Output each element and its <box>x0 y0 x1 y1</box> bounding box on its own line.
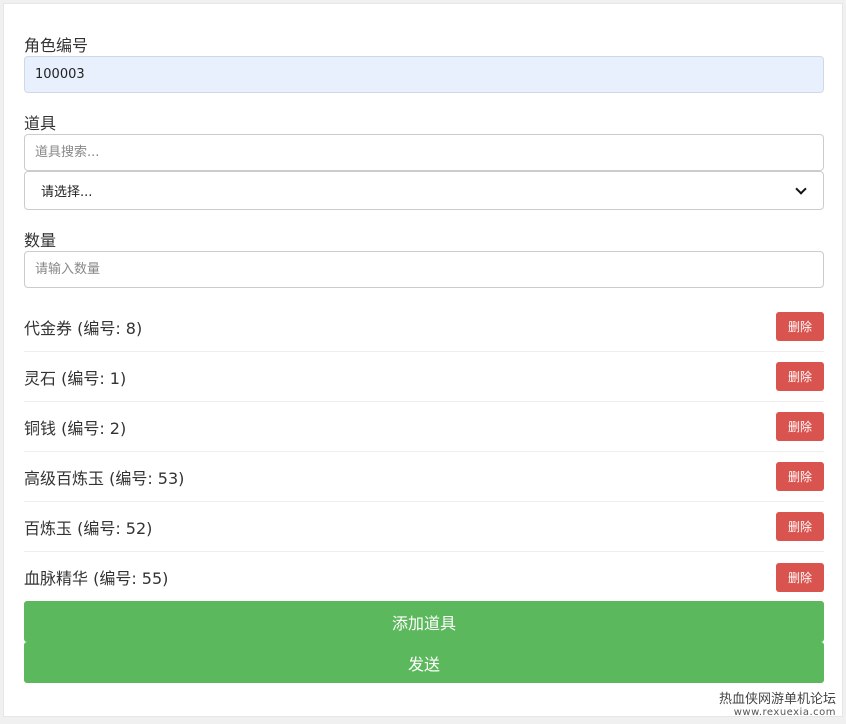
item-select-value: 请选择... <box>41 185 93 200</box>
delete-button[interactable]: 删除 <box>776 512 824 541</box>
list-item: 高级百炼玉 (编号: 53) 删除 <box>24 452 824 502</box>
item-search-input[interactable] <box>24 134 824 171</box>
item-name: 百炼玉 (编号: 52) <box>24 518 153 538</box>
watermark: 热血侠网游单机论坛 www.rexuexia.com <box>719 688 836 718</box>
watermark-url: www.rexuexia.com <box>733 707 836 718</box>
quantity-input[interactable] <box>24 251 824 288</box>
list-item: 铜钱 (编号: 2) 删除 <box>24 402 824 452</box>
item-select[interactable]: 请选择... <box>24 171 824 210</box>
item-name: 灵石 (编号: 1) <box>24 368 127 388</box>
delete-button[interactable]: 删除 <box>776 312 824 341</box>
quantity-label: 数量 <box>24 231 57 250</box>
delete-button[interactable]: 删除 <box>776 462 824 491</box>
list-item: 血脉精华 (编号: 55) 删除 <box>24 552 824 602</box>
chevron-down-icon <box>795 182 807 195</box>
send-item-panel: 角色编号 道具 请选择... 数量 代金券 (编号: 8) 删除 灵石 (编号:… <box>3 3 843 717</box>
list-item: 百炼玉 (编号: 52) 删除 <box>24 502 824 552</box>
item-name: 代金券 (编号: 8) <box>24 318 143 338</box>
item-name: 高级百炼玉 (编号: 53) <box>24 468 185 488</box>
watermark-name: 热血侠网游单机论坛 <box>718 692 836 707</box>
item-name: 铜钱 (编号: 2) <box>24 418 127 438</box>
role-id-label: 角色编号 <box>24 36 89 55</box>
list-item: 灵石 (编号: 1) 删除 <box>24 352 824 402</box>
delete-button[interactable]: 删除 <box>776 562 824 592</box>
delete-button[interactable]: 删除 <box>776 412 824 441</box>
delete-button[interactable]: 删除 <box>776 362 824 391</box>
role-id-input[interactable] <box>24 56 824 93</box>
item-name: 血脉精华 (编号: 55) <box>24 569 169 588</box>
item-label: 道具 <box>24 114 57 133</box>
send-button[interactable]: 发送 <box>24 642 824 683</box>
list-item: 代金券 (编号: 8) 删除 <box>24 302 824 352</box>
add-item-button[interactable]: 添加道具 <box>24 601 824 642</box>
